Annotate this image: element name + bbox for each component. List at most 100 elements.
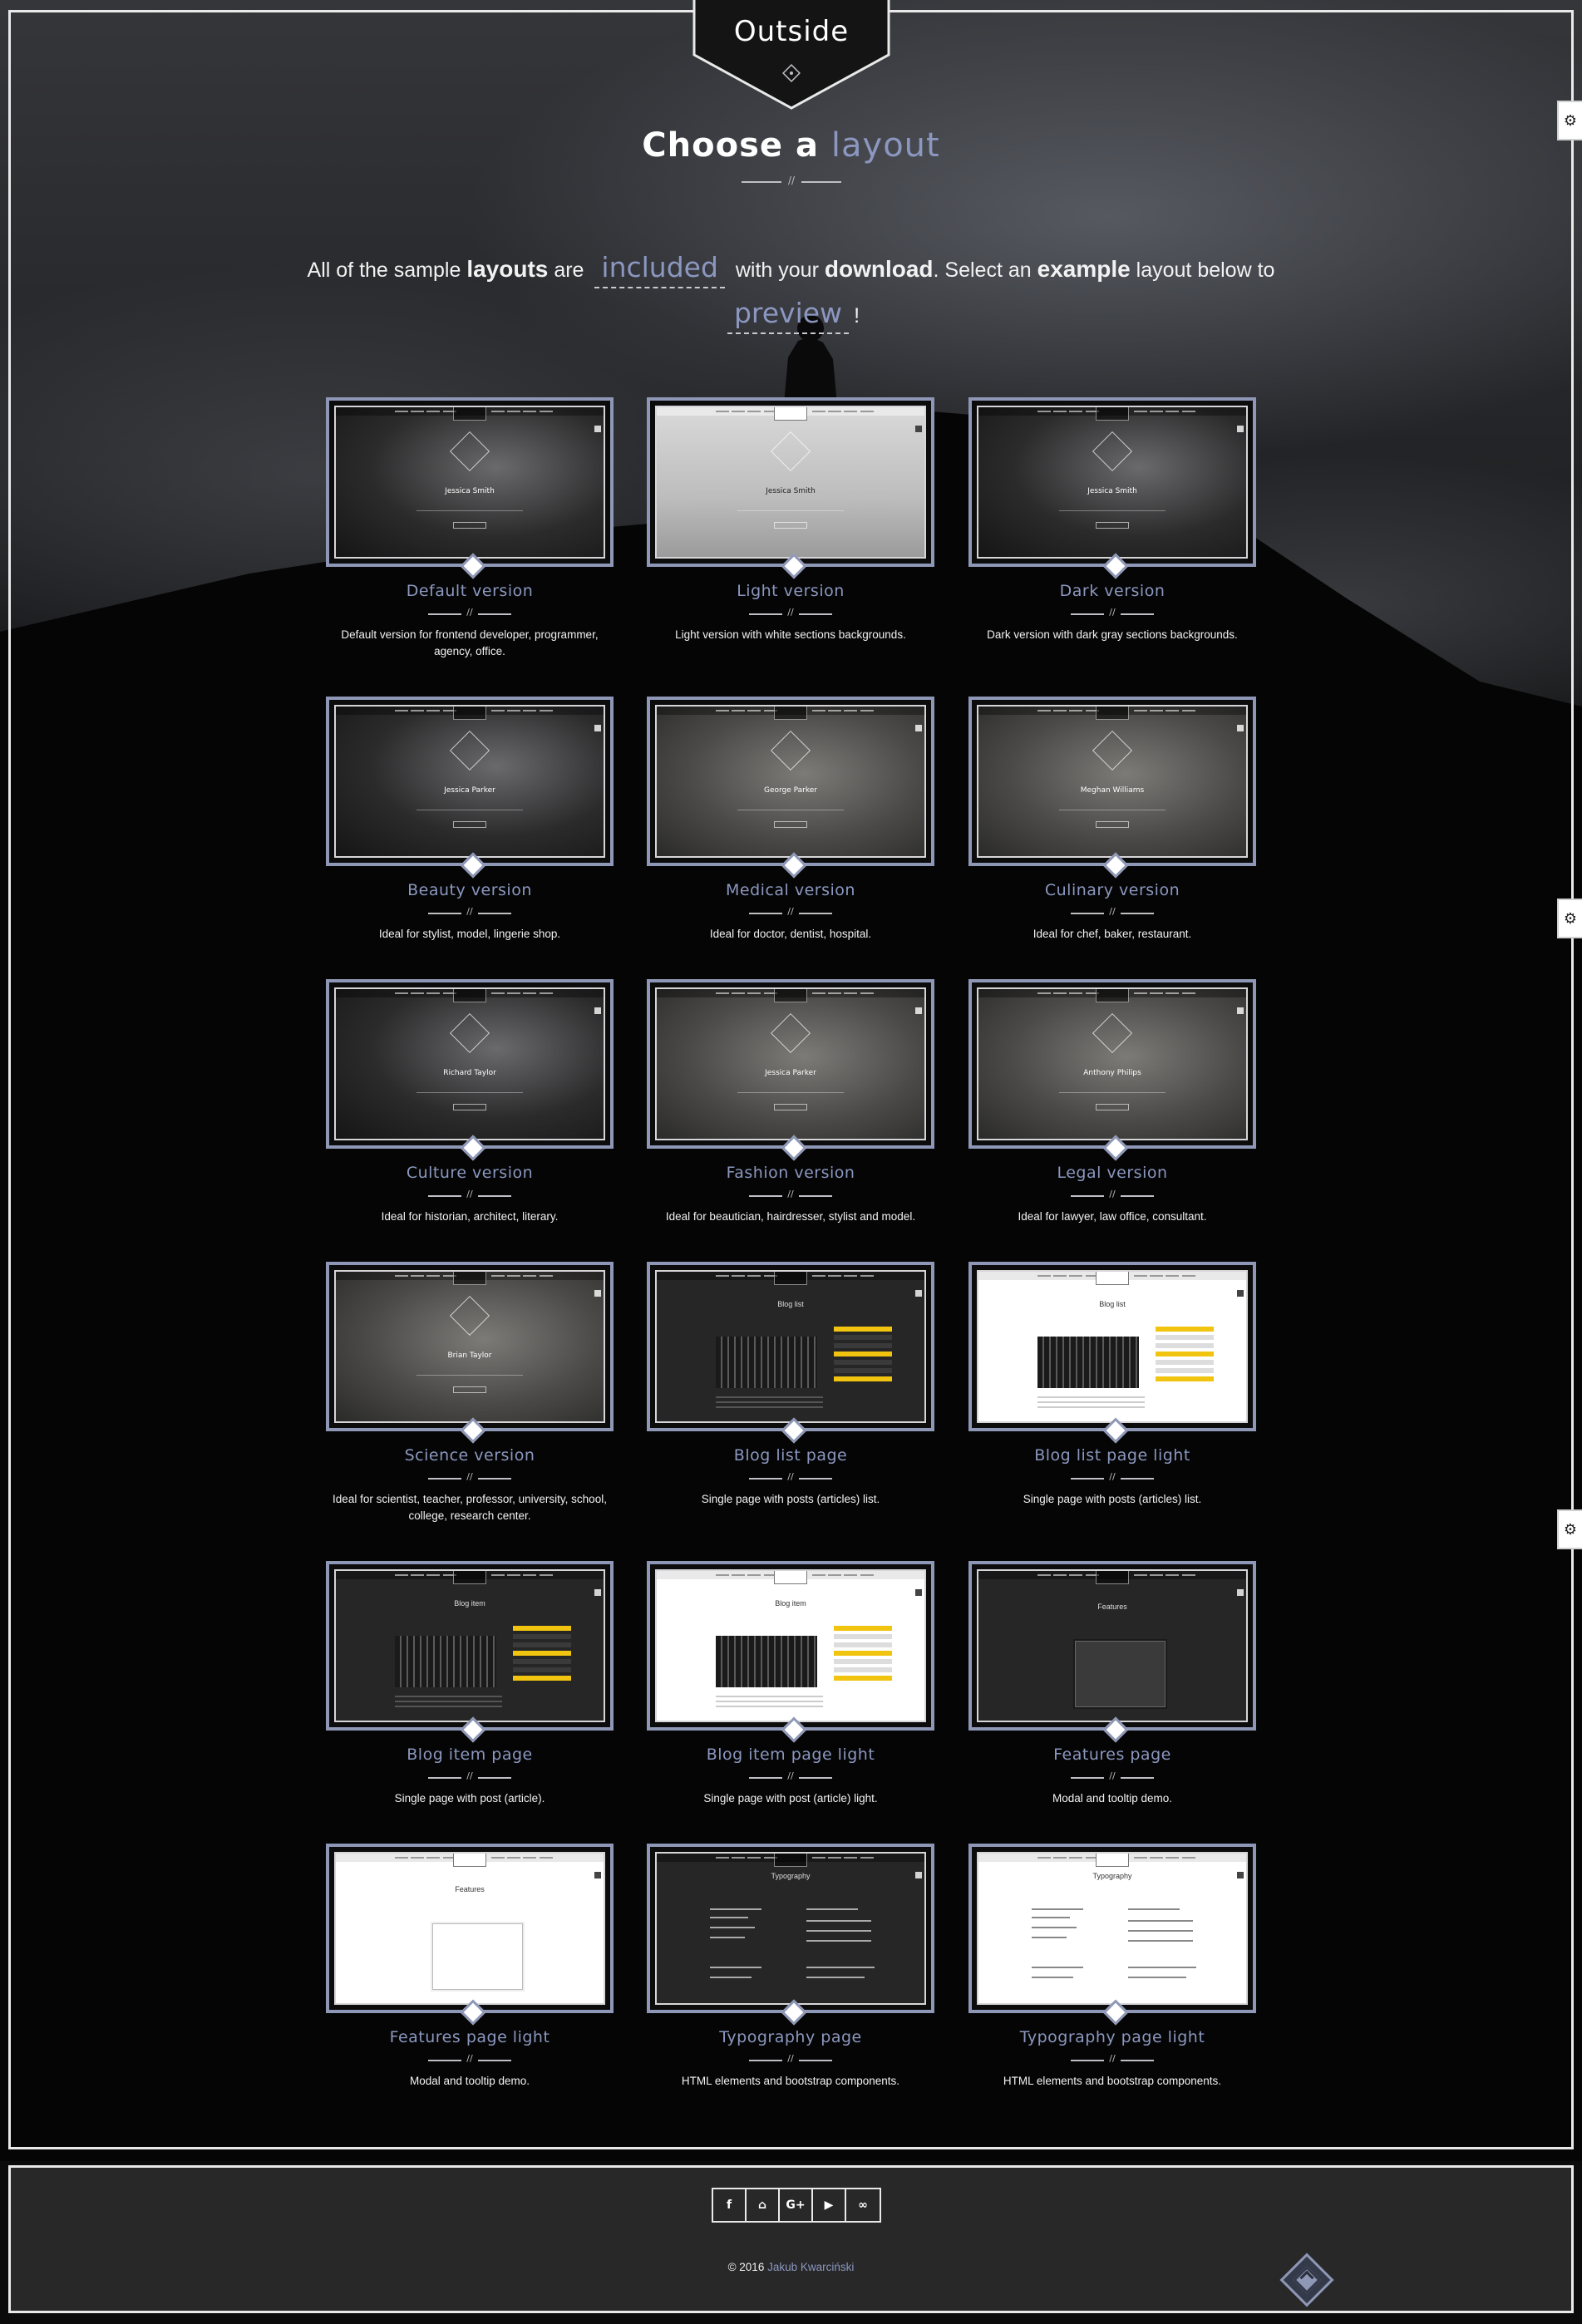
google-plus-icon[interactable]: G+ <box>780 2189 813 2221</box>
facebook-icon[interactable]: f <box>713 2189 747 2221</box>
layout-title[interactable]: Medical version <box>647 881 934 899</box>
mini-buttons <box>774 522 807 529</box>
layout-card[interactable]: Richard Taylor Culture version // Ideal for… <box>326 979 614 1225</box>
settings-button[interactable]: ⚙ <box>1557 899 1582 938</box>
mini-name: Jessica Smith <box>445 487 495 495</box>
layout-card[interactable]: George Parker Medical version // Ideal for … <box>647 697 934 943</box>
layout-description: Ideal for lawyer, law office, consultant… <box>1018 1210 1207 1223</box>
layout-title[interactable]: Blog list page <box>647 1446 934 1465</box>
divider-mark: // <box>466 607 473 618</box>
mini-sidebar <box>1155 1323 1215 1406</box>
mini-settings-icon <box>594 1007 601 1014</box>
layout-card[interactable]: Features Features page // Modal and tooltip… <box>968 1561 1256 1807</box>
layout-thumbnail[interactable]: Blog list <box>968 1262 1256 1444</box>
divider-mark: // <box>787 607 794 618</box>
layout-card[interactable]: Anthony Philips Legal version // Ideal for … <box>968 979 1256 1225</box>
logo-diamond-icon <box>782 64 801 82</box>
layout-card[interactable]: Jessica Parker Fashion version // Ideal for… <box>647 979 934 1225</box>
layout-thumbnail[interactable]: Typography <box>647 1844 934 2026</box>
layout-thumbnail[interactable]: Meghan Williams <box>968 697 1256 879</box>
mini-post-text <box>1037 1393 1145 1411</box>
layout-card[interactable]: Blog list Blog list page // Single page wit… <box>647 1262 934 1508</box>
divider-mark: // <box>1109 1471 1116 1482</box>
layout-title[interactable]: Typography page <box>647 2028 934 2046</box>
mini-logo <box>774 407 807 421</box>
layout-title[interactable]: Blog list page light <box>968 1446 1256 1465</box>
intro-bold: example <box>1037 256 1131 282</box>
layout-title[interactable]: Blog item page light <box>647 1745 934 1764</box>
mini-badge <box>449 730 490 771</box>
github-icon[interactable]: ⌂ <box>747 2189 780 2221</box>
layout-thumbnail[interactable]: Jessica Smith <box>647 397 934 579</box>
layout-title[interactable]: Light version <box>647 582 934 600</box>
mini-name: Anthony Philips <box>1083 1069 1141 1077</box>
mini-logo <box>774 707 807 720</box>
layout-card[interactable]: Blog list Blog list page light // Single pa… <box>968 1262 1256 1508</box>
mini-logo <box>453 989 486 1002</box>
layout-card[interactable]: Blog item Blog item page light // Single pa… <box>647 1561 934 1807</box>
layout-title[interactable]: Typography page light <box>968 2028 1256 2046</box>
layout-thumbnail[interactable]: George Parker <box>647 697 934 879</box>
layout-card[interactable]: Typography Typography page // HTML elements… <box>647 1844 934 2090</box>
site-logo[interactable]: Outside <box>692 0 890 110</box>
layout-title[interactable]: Default version <box>326 582 614 600</box>
layout-thumbnail[interactable]: Features <box>326 1844 614 2026</box>
layout-title[interactable]: Blog item page <box>326 1745 614 1764</box>
layout-card[interactable]: Jessica Parker Beauty version // Ideal for … <box>326 697 614 943</box>
lastfm-icon[interactable]: ∞ <box>846 2189 880 2221</box>
layout-card[interactable]: Brian Taylor Science version // Ideal for s… <box>326 1262 614 1524</box>
layout-card[interactable]: Jessica Smith Dark version // Dark version … <box>968 397 1256 643</box>
mini-logo <box>1096 1571 1129 1584</box>
mini-divider <box>416 1375 524 1376</box>
layout-thumbnail[interactable]: Jessica Parker <box>647 979 934 1161</box>
layout-card[interactable]: Blog item Blog item page // Single page wit… <box>326 1561 614 1807</box>
mini-typography <box>710 1900 881 2003</box>
layout-title[interactable]: Culture version <box>326 1164 614 1182</box>
mini-logo <box>774 989 807 1002</box>
layout-description: Default version for frontend developer, … <box>341 628 599 657</box>
intro-part: with your <box>735 258 819 282</box>
divider-mark: // <box>787 2053 794 2064</box>
layout-card[interactable]: Jessica Smith Light version // Light versio… <box>647 397 934 643</box>
card-divider: // <box>749 607 832 618</box>
thumbnail-preview: Blog list <box>655 1270 926 1423</box>
layout-card[interactable]: Typography Typography page light // HTML el… <box>968 1844 1256 2090</box>
layout-thumbnail[interactable]: Brian Taylor <box>326 1262 614 1444</box>
layout-thumbnail[interactable]: Typography <box>968 1844 1256 2026</box>
mini-settings-icon <box>594 725 601 731</box>
layout-title[interactable]: Features page <box>968 1745 1256 1764</box>
layout-thumbnail[interactable]: Jessica Smith <box>968 397 1256 579</box>
mini-buttons <box>453 522 486 529</box>
card-divider: // <box>428 1770 511 1782</box>
settings-button[interactable]: ⚙ <box>1557 1509 1582 1549</box>
layout-thumbnail[interactable]: Anthony Philips <box>968 979 1256 1161</box>
mini-sidebar <box>833 1622 893 1706</box>
layout-title[interactable]: Science version <box>326 1446 614 1465</box>
intro-text: All of the sample layouts are included w… <box>0 246 1582 337</box>
layout-title[interactable]: Dark version <box>968 582 1256 600</box>
card-divider: // <box>1071 2053 1154 2065</box>
layout-title[interactable]: Fashion version <box>647 1164 934 1182</box>
layout-thumbnail[interactable]: Jessica Parker <box>326 697 614 879</box>
layout-thumbnail[interactable]: Jessica Smith <box>326 397 614 579</box>
layout-card[interactable]: Meghan Williams Culinary version // Ideal f… <box>968 697 1256 943</box>
layout-thumbnail[interactable]: Blog list <box>647 1262 934 1444</box>
layout-thumbnail[interactable]: Features <box>968 1561 1256 1743</box>
layout-title[interactable]: Features page light <box>326 2028 614 2046</box>
layout-thumbnail[interactable]: Blog item <box>326 1561 614 1743</box>
author-link[interactable]: Jakub Kwarciński <box>767 2261 854 2273</box>
mini-settings-icon <box>915 725 922 731</box>
layout-thumbnail[interactable]: Blog item <box>647 1561 934 1743</box>
mini-buttons <box>1096 1104 1129 1110</box>
layout-title[interactable]: Culinary version <box>968 881 1256 899</box>
layout-card[interactable]: Jessica Smith Default version // Default ve… <box>326 397 614 660</box>
mini-divider <box>416 510 524 511</box>
layout-title[interactable]: Beauty version <box>326 881 614 899</box>
layout-thumbnail[interactable]: Richard Taylor <box>326 979 614 1161</box>
layout-card[interactable]: Features Features page light // Modal and t… <box>326 1844 614 2090</box>
thumbnail-preview: George Parker <box>655 705 926 858</box>
mini-logo <box>1096 707 1129 720</box>
mini-name: Meghan Williams <box>1080 786 1145 795</box>
layout-title[interactable]: Legal version <box>968 1164 1256 1182</box>
youtube-icon[interactable]: ▶ <box>813 2189 846 2221</box>
